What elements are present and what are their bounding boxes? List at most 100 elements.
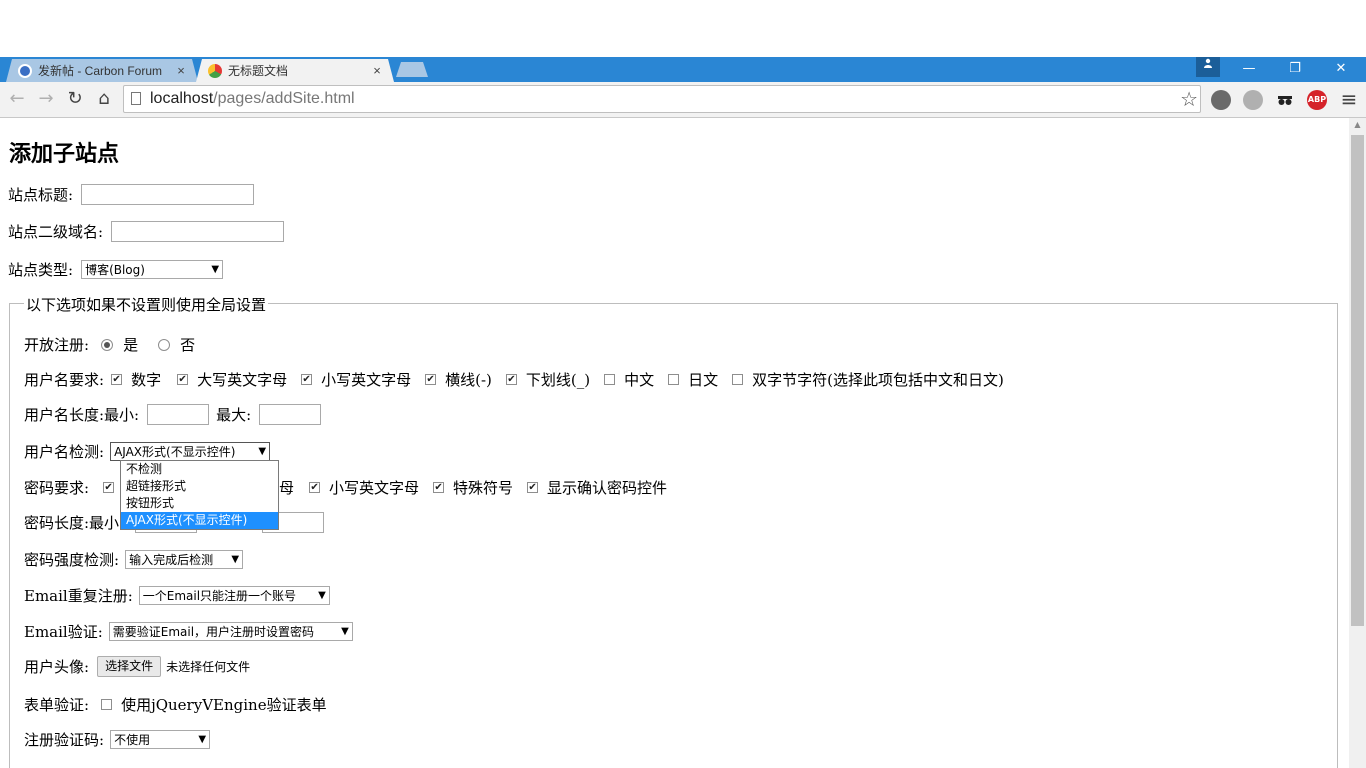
chevron-down-icon: ▼ xyxy=(198,734,207,745)
checkbox-japanese[interactable] xyxy=(668,374,680,385)
username-min-length-input[interactable] xyxy=(147,404,210,425)
checkbox-password-special[interactable]: ✔ xyxy=(433,482,445,493)
option-japanese-label: 日文 xyxy=(688,371,719,389)
glasses-icon xyxy=(1278,96,1292,105)
minimize-button[interactable]: — xyxy=(1226,57,1272,82)
username-check-label: 用户名检测: xyxy=(24,443,105,461)
page-title: 添加子站点 xyxy=(9,141,120,167)
open-registration-yes-label: 是 xyxy=(123,336,139,354)
page-content: 添加子站点 站点标题: 站点二级域名: 站点类型: 博客(Blog) ▼ 以下选… xyxy=(0,118,1349,768)
username-length-row: 用户名长度:最小: 最大: xyxy=(24,404,322,425)
avatar-label: 用户头像: xyxy=(24,658,90,676)
checkbox-password-digits[interactable]: ✔ xyxy=(103,482,115,493)
tab-title: 发新帖 - Carbon Forum xyxy=(38,64,163,78)
globe-grey-extension-icon[interactable] xyxy=(1243,90,1263,110)
email-verify-row: Email验证: 需要验证Email，用户注册时设置密码 ▼ xyxy=(24,621,353,642)
checkbox-confirm-password[interactable]: ✔ xyxy=(527,482,539,493)
site-title-input[interactable] xyxy=(81,184,255,205)
email-repeat-select[interactable]: 一个Email只能注册一个账号 ▼ xyxy=(138,586,330,605)
back-button[interactable]: ← xyxy=(6,88,28,110)
subdomain-label: 站点二级域名: xyxy=(8,223,104,241)
checkbox-uppercase[interactable]: ✔ xyxy=(177,374,189,385)
password-strength-select[interactable]: 输入完成后检测 ▼ xyxy=(125,550,244,569)
chevron-down-icon: ▼ xyxy=(341,626,349,637)
checkbox-password-lowercase[interactable]: ✔ xyxy=(309,482,321,493)
open-registration-no-radio[interactable] xyxy=(158,338,171,351)
captcha-label: 注册验证码: xyxy=(24,731,105,749)
adblock-plus-icon[interactable]: ABP xyxy=(1307,90,1327,110)
tab-untitled-document[interactable]: 无标题文档 × xyxy=(196,59,394,82)
username-length-min-label: 用户名长度:最小: xyxy=(24,406,140,424)
incognito-extension-icon[interactable] xyxy=(1275,90,1295,110)
choose-file-button[interactable]: 选择文件 xyxy=(97,656,162,677)
checkbox-chinese[interactable] xyxy=(604,374,616,385)
option-hyphen-label: 横线(-) xyxy=(445,371,492,389)
checkbox-lowercase[interactable]: ✔ xyxy=(301,374,313,385)
user-profile-icon[interactable] xyxy=(1196,57,1220,77)
scrollbar-thumb[interactable] xyxy=(1351,135,1364,626)
checkbox-digits[interactable]: ✔ xyxy=(111,374,123,385)
dreamweaver-favicon-icon xyxy=(208,63,222,78)
subdomain-row: 站点二级域名: xyxy=(8,221,285,242)
home-button[interactable]: ⌂ xyxy=(93,88,115,110)
open-registration-yes-radio[interactable] xyxy=(101,338,114,351)
tab-close-icon[interactable]: × xyxy=(368,63,386,78)
checkbox-hyphen[interactable]: ✔ xyxy=(425,374,437,385)
form-validation-label: 表单验证: xyxy=(24,696,90,714)
option-password-lowercase-label: 小写英文字母 xyxy=(329,479,420,497)
file-status-text: 未选择任何文件 xyxy=(166,660,251,674)
captcha-select[interactable]: 不使用 ▼ xyxy=(110,730,211,749)
option-password-uppercase-partial-label: 母 xyxy=(279,479,295,497)
option-password-special-label: 特殊符号 xyxy=(453,479,514,497)
globe-extension-icon[interactable] xyxy=(1211,90,1231,110)
new-tab-button[interactable] xyxy=(396,62,428,77)
close-window-button[interactable]: ✕ xyxy=(1318,57,1364,82)
option-uppercase-label: 大写英文字母 xyxy=(197,371,288,389)
chevron-down-icon: ▼ xyxy=(211,264,220,275)
open-registration-row: 开放注册: 是 否 xyxy=(24,334,195,355)
forward-button[interactable]: → xyxy=(35,88,57,110)
chrome-menu-icon[interactable]: ≡ xyxy=(1340,89,1358,109)
username-max-length-input[interactable] xyxy=(259,404,322,425)
url-text[interactable]: localhost/pages/addSite.html xyxy=(150,90,355,108)
chevron-down-icon: ▼ xyxy=(258,446,267,457)
dropdown-option[interactable]: 按钮形式 xyxy=(121,495,278,512)
site-type-label: 站点类型: xyxy=(8,261,74,279)
dropdown-option[interactable]: 不检测 xyxy=(121,461,278,478)
url-path: /pages/addSite.html xyxy=(213,90,355,107)
jquery-validation-label: 使用jQueryVEngine验证表单 xyxy=(121,696,327,714)
site-title-label: 站点标题: xyxy=(8,186,74,204)
scroll-up-arrow-icon[interactable]: ▲ xyxy=(1349,120,1366,129)
dropdown-option[interactable]: 超链接形式 xyxy=(121,478,278,495)
username-check-select[interactable]: AJAX形式(不显示控件) ▼ xyxy=(110,442,271,461)
option-confirm-password-label: 显示确认密码控件 xyxy=(547,479,668,497)
url-host: localhost xyxy=(150,90,214,107)
checkbox-jquery-validation[interactable] xyxy=(101,699,113,710)
avatar-row: 用户头像: 选择文件 未选择任何文件 xyxy=(24,656,250,677)
address-bar[interactable]: localhost/pages/addSite.html ☆ xyxy=(123,85,1201,113)
username-length-max-label: 最大: xyxy=(216,406,252,424)
tab-title: 无标题文档 xyxy=(228,64,289,78)
open-registration-label: 开放注册: xyxy=(24,336,90,354)
password-strength-row: 密码强度检测: 输入完成后检测 ▼ xyxy=(24,549,244,570)
reload-button[interactable]: ↻ xyxy=(64,88,86,110)
tab-strip: 发新帖 - Carbon Forum × 无标题文档 × xyxy=(0,57,1366,82)
tab-close-icon[interactable]: × xyxy=(172,63,190,78)
checkbox-double-byte[interactable] xyxy=(732,374,744,385)
dropdown-option-selected[interactable]: AJAX形式(不显示控件) xyxy=(121,512,278,529)
username-requirements-row: 用户名要求: ✔ 数字 ✔ 大写英文字母 ✔ 小写英文字母 ✔ 横线(-) ✔ … xyxy=(24,369,1004,390)
checkbox-underscore[interactable]: ✔ xyxy=(505,374,517,385)
subdomain-input[interactable] xyxy=(111,221,285,242)
vertical-scrollbar[interactable]: ▲ xyxy=(1349,118,1366,768)
email-verify-value: 需要验证Email，用户注册时设置密码 xyxy=(112,625,315,639)
site-type-select[interactable]: 博客(Blog) ▼ xyxy=(81,260,224,279)
chevron-down-icon: ▼ xyxy=(231,554,240,565)
bookmark-star-icon[interactable]: ☆ xyxy=(1180,87,1198,111)
tab-carbon-forum[interactable]: 发新帖 - Carbon Forum × xyxy=(6,59,198,82)
email-verify-select[interactable]: 需要验证Email，用户注册时设置密码 ▼ xyxy=(108,622,353,641)
browser-toolbar: ← → ↻ ⌂ localhost/pages/addSite.html ☆ A… xyxy=(0,82,1366,118)
fieldset-legend: 以下选项如果不设置则使用全局设置 xyxy=(24,294,269,315)
password-requirements-label: 密码要求: xyxy=(24,479,90,497)
username-check-dropdown-list[interactable]: 不检测 超链接形式 按钮形式 AJAX形式(不显示控件) xyxy=(120,460,279,530)
restore-button[interactable]: ❐ xyxy=(1272,57,1318,82)
